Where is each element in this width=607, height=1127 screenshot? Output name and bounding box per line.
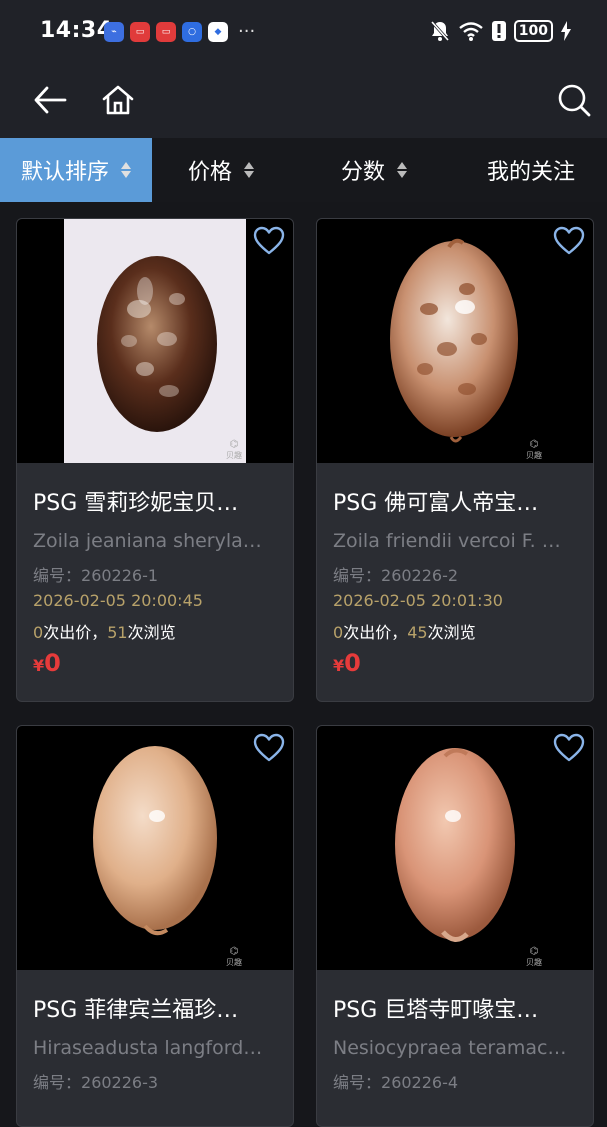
product-code: 编号：260226-2 — [333, 566, 459, 585]
product-code: 编号：260226-3 — [33, 1073, 159, 1092]
product-latin-name: Hiraseadusta langford… — [33, 1037, 263, 1059]
huawei-app-icon: ▭ — [156, 22, 176, 42]
product-code: 编号：260226-4 — [333, 1073, 459, 1092]
more-notifications-icon: ··· — [238, 21, 256, 42]
product-latin-name: Zoila friendii vercoi F. … — [333, 530, 561, 552]
product-image[interactable]: ⌬ 贝趣 — [17, 219, 293, 463]
product-code: 编号：260226-1 — [33, 566, 159, 585]
wifi-icon — [459, 22, 483, 41]
product-price: ¥0 — [33, 649, 61, 677]
filter-label: 分数 — [341, 160, 386, 185]
charging-icon — [561, 21, 571, 41]
favorite-heart-icon[interactable] — [253, 732, 285, 764]
search-icon — [558, 84, 591, 117]
back-button[interactable] — [28, 78, 72, 122]
product-card[interactable]: ⌬ 贝趣 PSG 佛可富人帝宝… Zoila friendii vercoi F.… — [316, 218, 594, 702]
mute-bell-icon — [430, 21, 449, 41]
status-time: 14:34 — [40, 18, 113, 43]
battery-indicator: 100 — [513, 20, 553, 42]
sort-arrows-icon — [397, 162, 408, 178]
product-card[interactable]: ⌬ 贝趣 PSG 雪莉珍妮宝贝… Zoila jeaniana sheryla… … — [16, 218, 294, 702]
watermark-logo: ⌬ 贝趣 — [526, 946, 542, 967]
favorite-heart-icon[interactable] — [553, 732, 585, 764]
product-image[interactable]: ⌬ 贝趣 — [17, 726, 293, 970]
filter-bar: 默认排序 价格 分数 我的关注 — [0, 138, 607, 202]
cowrie-shell-image — [395, 748, 515, 942]
product-image[interactable]: ⌬ 贝趣 — [317, 219, 593, 463]
filter-label: 默认排序 — [20, 160, 109, 185]
huawei-app-icon: ▭ — [130, 22, 150, 42]
back-arrow-icon — [34, 86, 67, 114]
product-image[interactable]: ⌬ 贝趣 — [317, 726, 593, 970]
product-price: ¥0 — [333, 649, 361, 677]
sort-arrows-icon — [244, 162, 255, 178]
shield-icon: ◆ — [208, 22, 228, 42]
filter-default-sort[interactable]: 默认排序 — [0, 138, 152, 202]
filter-score[interactable]: 分数 — [341, 138, 408, 202]
favorite-heart-icon[interactable] — [553, 225, 585, 257]
filter-price[interactable]: 价格 — [188, 138, 255, 202]
cowrie-shell-image — [97, 256, 217, 432]
search-button[interactable] — [552, 78, 596, 122]
product-date: 2026-02-05 20:00:45 — [33, 591, 203, 610]
app-bar — [0, 62, 607, 138]
product-title: PSG 巨塔寺町喙宝… — [333, 998, 539, 1023]
system-icons: 100 — [430, 18, 571, 44]
product-title: PSG 雪莉珍妮宝贝… — [33, 491, 239, 516]
cowrie-shell-image — [390, 238, 518, 443]
notification-icons: ⌁ ▭ ▭ ○ ◆ ··· — [104, 22, 255, 42]
home-button[interactable] — [96, 78, 140, 122]
product-stats: 0次出价，51次浏览 — [33, 623, 176, 642]
filter-label: 我的关注 — [487, 160, 576, 185]
alert-icon — [491, 21, 506, 41]
filter-label: 价格 — [188, 160, 233, 185]
sort-arrows-icon — [121, 162, 131, 178]
watermark-logo: ⌬ 贝趣 — [526, 439, 542, 460]
favorite-heart-icon[interactable] — [253, 225, 285, 257]
product-card[interactable]: ⌬ 贝趣 PSG 菲律宾兰福珍… Hiraseadusta langford… 编… — [16, 725, 294, 1127]
product-date: 2026-02-05 20:01:30 — [333, 591, 503, 610]
home-icon — [102, 85, 134, 115]
lightbulb-icon: ○ — [182, 22, 202, 42]
status-bar: 14:34 ⌁ ▭ ▭ ○ ◆ ··· 100 — [0, 0, 607, 62]
product-title: PSG 菲律宾兰福珍… — [33, 998, 239, 1023]
watermark-logo: ⌬ 贝趣 — [226, 439, 242, 460]
cowrie-shell-image — [93, 746, 217, 936]
usb-icon: ⌁ — [104, 22, 124, 42]
filter-my-follows[interactable]: 我的关注 — [487, 138, 575, 202]
product-card[interactable]: ⌬ 贝趣 PSG 巨塔寺町喙宝… Nesiocypraea teramac… 编号… — [316, 725, 594, 1127]
product-latin-name: Nesiocypraea teramac… — [333, 1037, 567, 1059]
product-stats: 0次出价，45次浏览 — [333, 623, 476, 642]
product-title: PSG 佛可富人帝宝… — [333, 491, 539, 516]
watermark-logo: ⌬ 贝趣 — [226, 946, 242, 967]
product-latin-name: Zoila jeaniana sheryla… — [33, 530, 262, 552]
